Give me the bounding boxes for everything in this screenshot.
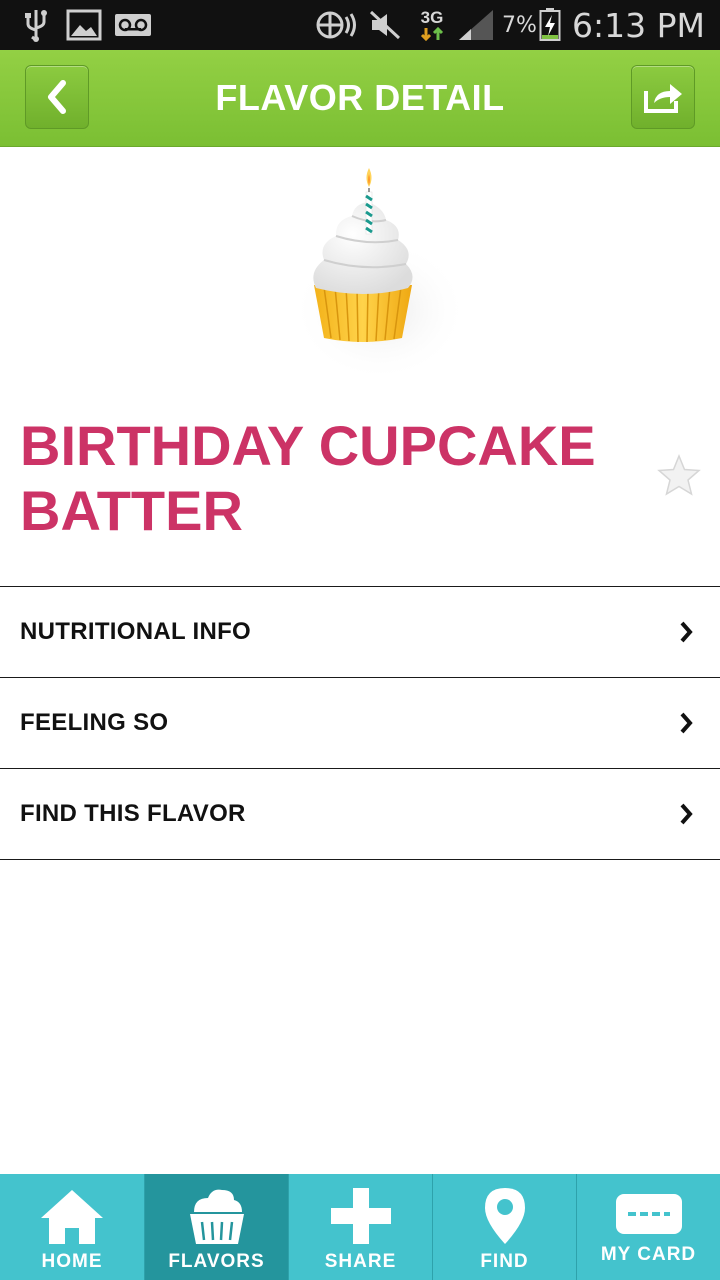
chevron-right-icon bbox=[680, 621, 693, 643]
map-pin-icon bbox=[484, 1188, 525, 1244]
nav-share[interactable]: SHARE bbox=[288, 1174, 432, 1280]
network-3g-icon: 3G bbox=[416, 8, 448, 42]
menu-item-find-this-flavor[interactable]: FIND THIS FLAVOR bbox=[0, 768, 720, 860]
cup-icon bbox=[189, 1189, 244, 1244]
flavor-menu: NUTRITIONAL INFO FEELING SO FIND THIS FL… bbox=[0, 586, 720, 860]
share-icon bbox=[644, 84, 682, 113]
card-icon bbox=[615, 1194, 682, 1234]
nav-home[interactable]: HOME bbox=[0, 1174, 144, 1280]
chevron-right-icon bbox=[680, 712, 693, 734]
nfc-icon bbox=[313, 8, 361, 42]
flavor-image bbox=[280, 160, 470, 385]
voicemail-icon bbox=[113, 8, 153, 42]
share-button[interactable] bbox=[631, 65, 695, 129]
nav-my-card[interactable]: MY CARD bbox=[576, 1174, 720, 1280]
nav-label: MY CARD bbox=[600, 1244, 697, 1265]
page-title: FLAVOR DETAIL bbox=[215, 77, 505, 118]
plus-icon bbox=[330, 1188, 391, 1244]
clock: 6:13 PM bbox=[572, 5, 705, 45]
menu-item-label: FEELING SO bbox=[20, 709, 169, 736]
image-icon bbox=[65, 8, 103, 42]
nav-label: HOME bbox=[41, 1251, 103, 1272]
nav-label: FIND bbox=[480, 1251, 529, 1272]
flavor-name: BIRTHDAY CUPCAKE BATTER bbox=[20, 414, 596, 542]
battery-percent: 7% bbox=[502, 12, 537, 38]
favorite-button[interactable] bbox=[655, 452, 703, 500]
status-bar: 3G 7% 6:13 PM bbox=[0, 0, 720, 50]
back-button[interactable] bbox=[25, 65, 89, 129]
menu-item-feeling-so[interactable]: FEELING SO bbox=[0, 677, 720, 768]
menu-item-label: FIND THIS FLAVOR bbox=[20, 800, 246, 827]
signal-icon bbox=[456, 8, 496, 42]
star-icon bbox=[657, 454, 701, 496]
app-header: FLAVOR DETAIL bbox=[0, 50, 720, 147]
nav-find[interactable]: FIND bbox=[432, 1174, 576, 1280]
cupcake-icon bbox=[292, 168, 468, 382]
battery-charging-icon bbox=[538, 8, 562, 42]
home-icon bbox=[41, 1190, 103, 1244]
menu-item-label: NUTRITIONAL INFO bbox=[20, 618, 252, 645]
mute-icon bbox=[368, 8, 402, 42]
bottom-nav: HOME FLAVORS SHARE FIND MY CARD bbox=[0, 1174, 720, 1280]
nav-label: FLAVORS bbox=[168, 1251, 265, 1272]
usb-icon bbox=[22, 8, 50, 42]
chevron-left-icon bbox=[48, 80, 66, 114]
nav-label: SHARE bbox=[324, 1251, 397, 1272]
nav-flavors[interactable]: FLAVORS bbox=[144, 1174, 288, 1280]
menu-item-nutritional-info[interactable]: NUTRITIONAL INFO bbox=[0, 586, 720, 677]
chevron-right-icon bbox=[680, 803, 693, 825]
